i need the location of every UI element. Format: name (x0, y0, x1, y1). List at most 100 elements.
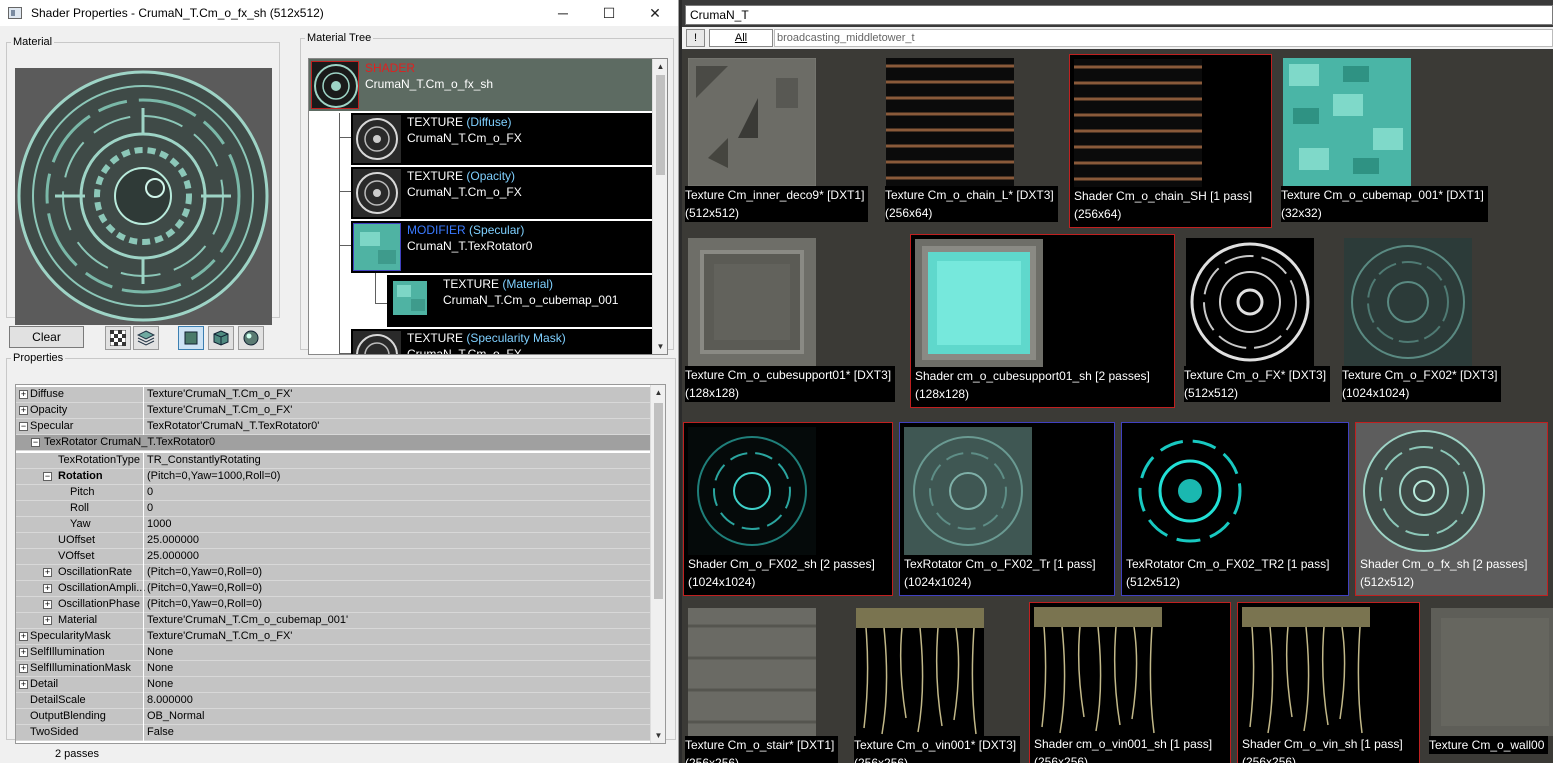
scroll-down-arrow-icon[interactable]: ▼ (651, 728, 665, 743)
scroll-up-arrow-icon[interactable]: ▲ (651, 385, 665, 400)
expand-icon[interactable]: + (19, 390, 28, 399)
tree-node-modifier-specular[interactable]: MODIFIER (Specular) CrumaN_T.TexRotator0 (351, 221, 653, 273)
tree-node-texture-material[interactable]: TEXTURE (Material) CrumaN_T.Cm_o_cubemap… (387, 275, 653, 327)
property-row-uoffset[interactable]: UOffset 25.000000 (16, 533, 652, 549)
property-row-rotation[interactable]: − Rotation (Pitch=0,Yaw=1000,Roll=0) (16, 469, 652, 485)
expand-icon[interactable]: + (19, 680, 28, 689)
material-preview[interactable] (15, 68, 272, 325)
property-value[interactable]: Texture'CrumaN_T.Cm_o_FX' (147, 630, 292, 642)
cube-preview-button[interactable] (208, 326, 234, 350)
property-row-selfilluminationmask[interactable]: + SelfIlluminationMask None (16, 661, 652, 677)
texrotator-tile[interactable]: TexRotator Cm_o_FX02_Tr [1 pass] (1024x10… (899, 422, 1115, 596)
property-value[interactable]: 1000 (147, 518, 171, 530)
properties-scrollbar[interactable]: ▲ ▼ (650, 385, 665, 743)
texture-tile[interactable]: Texture Cm_o_cubemap_001* [DXT1] (32x32) (1281, 56, 1501, 224)
property-value[interactable]: TexRotator'CrumaN_T.TexRotator0' (147, 420, 319, 432)
tree-node-texture-diffuse[interactable]: TEXTURE (Diffuse) CrumaN_T.Cm_o_FX (351, 113, 653, 165)
property-value[interactable]: None (147, 678, 173, 690)
shader-tile[interactable]: Shader Cm_o_FX02_sh [2 passes] (1024x1024… (683, 422, 893, 596)
property-row-yaw[interactable]: Yaw 1000 (16, 517, 652, 533)
texture-tile[interactable]: Texture Cm_o_cubesupport01* [DXT3] (128x1… (685, 236, 907, 404)
property-row-specular[interactable]: − Specular TexRotator'CrumaN_T.TexRotator0… (16, 419, 652, 435)
property-value[interactable]: (Pitch=0,Yaw=1000,Roll=0) (147, 470, 280, 482)
shader-tile[interactable]: Shader Cm_o_chain_SH [1 pass] (256x64) (1069, 54, 1272, 228)
shader-tile[interactable]: Shader cm_o_cubesupport01_sh [2 passes] (… (910, 234, 1175, 408)
property-value[interactable]: OB_Normal (147, 710, 204, 722)
texture-tile[interactable]: Texture Cm_o_chain_L* [DXT3] (256x64) (885, 56, 1068, 224)
tree-scrollbar[interactable]: ▲ ▼ (652, 59, 667, 354)
expand-icon[interactable]: + (19, 664, 28, 673)
checker-background-button[interactable] (105, 326, 131, 350)
property-row-twosided[interactable]: TwoSided False (16, 725, 652, 741)
texture-tile[interactable]: Texture Cm_o_wall00 (1429, 606, 1553, 763)
property-row-pitch[interactable]: Pitch 0 (16, 485, 652, 501)
property-row-diffuse[interactable]: + Diffuse Texture'CrumaN_T.Cm_o_FX' (16, 387, 652, 403)
property-row-oscillationamplitude[interactable]: + OscillationAmpli... (Pitch=0,Yaw=0,Roll=… (16, 581, 652, 597)
maximize-button[interactable]: ☐ (586, 0, 632, 26)
texture-tile[interactable]: Texture Cm_o_stair* [DXT1] (256x256) (685, 606, 850, 763)
property-value[interactable]: 25.000000 (147, 550, 199, 562)
close-button[interactable]: ✕ (632, 0, 678, 26)
property-value[interactable]: (Pitch=0,Yaw=0,Roll=0) (147, 598, 262, 610)
texrotator-tile[interactable]: TexRotator Cm_o_FX02_TR2 [1 pass] (512x51… (1121, 422, 1349, 596)
collapse-icon[interactable]: − (43, 472, 52, 481)
property-value[interactable]: (Pitch=0,Yaw=0,Roll=0) (147, 582, 262, 594)
property-value[interactable]: 8.000000 (147, 694, 193, 706)
property-row-detail[interactable]: + Detail None (16, 677, 652, 693)
texture-tile[interactable]: Texture Cm_o_vin001* [DXT3] (256x256) (854, 606, 1029, 763)
property-row-roll[interactable]: Roll 0 (16, 501, 652, 517)
texture-tile[interactable]: Texture Cm_o_FX* [DXT3] (512x512) (1184, 236, 1339, 404)
expand-icon[interactable]: + (19, 406, 28, 415)
package-search-input[interactable]: CrumaN_T (685, 5, 1553, 25)
property-row-texrotationtype[interactable]: TexRotationType TR_ConstantlyRotating (16, 453, 652, 469)
property-value[interactable]: None (147, 646, 173, 658)
collapse-icon[interactable]: − (19, 422, 28, 431)
property-value[interactable]: Texture'CrumaN_T.Cm_o_cubemap_001' (147, 614, 348, 626)
property-value[interactable]: 0 (147, 502, 153, 514)
property-row-selfillumination[interactable]: + SelfIllumination None (16, 645, 652, 661)
property-value[interactable]: Texture'CrumaN_T.Cm_o_FX' (147, 404, 292, 416)
texture-tile[interactable]: Texture Cm_inner_deco9* [DXT1] (512x512) (685, 56, 880, 224)
sphere-preview-button[interactable] (238, 326, 264, 350)
expand-icon[interactable]: + (43, 584, 52, 593)
property-value[interactable]: False (147, 726, 174, 738)
expand-icon[interactable]: + (43, 616, 52, 625)
property-row-voffset[interactable]: VOffset 25.000000 (16, 549, 652, 565)
material-tree[interactable]: SHADER CrumaN_T.Cm_o_fx_sh TEXTURE (Diff… (308, 58, 668, 355)
property-value[interactable]: None (147, 662, 173, 674)
property-row-oscillationphase[interactable]: + OscillationPhase (Pitch=0,Yaw=0,Roll=0) (16, 597, 652, 613)
minimize-button[interactable]: ─ (540, 0, 586, 26)
expand-icon[interactable]: + (43, 600, 52, 609)
property-value[interactable]: 25.000000 (147, 534, 199, 546)
property-row-material[interactable]: + Material Texture'CrumaN_T.Cm_o_cubemap_0… (16, 613, 652, 629)
shader-tile[interactable]: Shader Cm_o_vin_sh [1 pass] (256x256) (1237, 602, 1420, 763)
shader-tile-selected[interactable]: Shader Cm_o_fx_sh [2 passes] (512x512) (1355, 422, 1548, 596)
property-value[interactable]: Texture'CrumaN_T.Cm_o_FX' (147, 388, 292, 400)
group-filter-input[interactable]: broadcasting_middletower_t (774, 29, 1553, 47)
property-row-detailscale[interactable]: DetailScale 8.000000 (16, 693, 652, 709)
property-grid[interactable]: + Diffuse Texture'CrumaN_T.Cm_o_FX' + Opaci… (15, 384, 666, 744)
property-row-oscillationrate[interactable]: + OscillationRate (Pitch=0,Yaw=0,Roll=0) (16, 565, 652, 581)
expand-icon[interactable]: + (43, 568, 52, 577)
layers-button[interactable] (133, 326, 159, 350)
property-category-texrotator[interactable]: − TexRotator CrumaN_T.TexRotator0 (16, 435, 652, 451)
property-row-opacity[interactable]: + Opacity Texture'CrumaN_T.Cm_o_FX' (16, 403, 652, 419)
expand-icon[interactable]: + (19, 648, 28, 657)
scroll-thumb[interactable] (654, 403, 663, 599)
property-row-outputblending[interactable]: OutputBlending OB_Normal (16, 709, 652, 725)
clear-button[interactable]: Clear (9, 326, 84, 348)
expand-icon[interactable]: + (19, 632, 28, 641)
tree-node-texture-opacity[interactable]: TEXTURE (Opacity) CrumaN_T.Cm_o_FX (351, 167, 653, 219)
scroll-up-arrow-icon[interactable]: ▲ (653, 59, 667, 74)
texture-tile[interactable]: Texture Cm_o_FX02* [DXT3] (1024x1024) (1342, 236, 1512, 404)
tree-node-shader[interactable]: SHADER CrumaN_T.Cm_o_fx_sh (309, 59, 653, 111)
property-row-specularitymask[interactable]: + SpecularityMask Texture'CrumaN_T.Cm_o_FX… (16, 629, 652, 645)
shader-tile[interactable]: Shader cm_o_vin001_sh [1 pass] (256x256) (1029, 602, 1231, 763)
property-value[interactable]: 0 (147, 486, 153, 498)
filter-all-button[interactable]: All (709, 29, 773, 47)
collapse-icon[interactable]: − (31, 438, 40, 447)
property-value[interactable]: TR_ConstantlyRotating (147, 454, 261, 466)
property-value[interactable]: (Pitch=0,Yaw=0,Roll=0) (147, 566, 262, 578)
plane-preview-button[interactable] (178, 326, 204, 350)
scroll-thumb[interactable] (656, 75, 665, 175)
